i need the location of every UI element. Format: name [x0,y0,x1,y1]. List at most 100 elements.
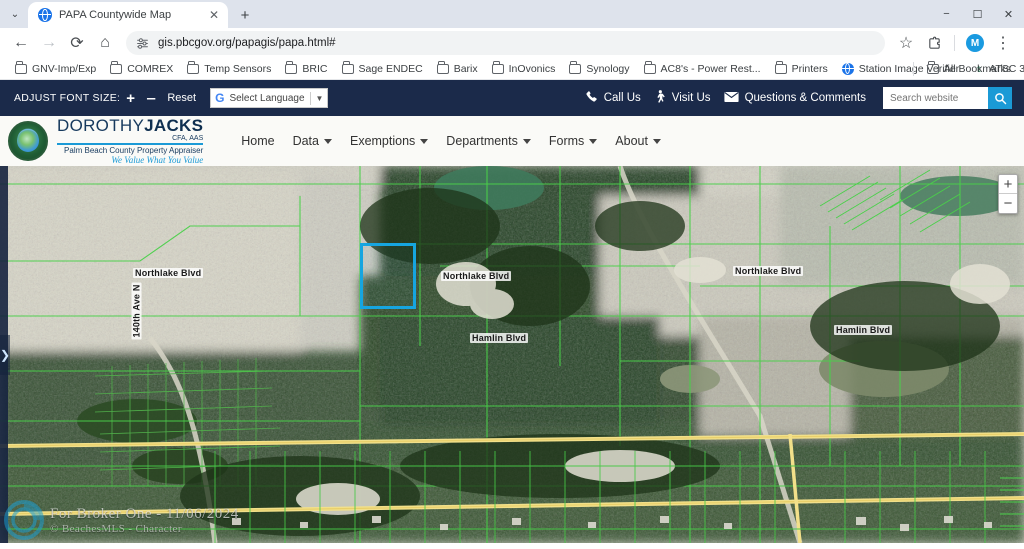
google-icon: G [215,91,224,105]
bookmark-item[interactable]: Sage ENDEC [335,59,430,79]
beaches-mls-logo [4,499,48,541]
aerial-basemap [0,166,1024,543]
new-tab-button[interactable]: + [232,2,258,28]
bookmark-item[interactable]: Synology [562,59,636,79]
globe-icon [38,8,52,22]
nav-item-home[interactable]: Home [241,134,274,148]
nav-item-data[interactable]: Data [293,134,332,148]
reload-icon[interactable]: ⟳ [64,30,90,56]
bookmark-label: Printers [792,63,828,75]
selected-parcel-outline[interactable] [360,243,416,309]
bookmark-label: Sage ENDEC [359,63,423,75]
brand-name: DOROTHYJACKS [57,117,203,134]
folder-icon [15,64,27,74]
nav-item-about[interactable]: About [615,134,661,148]
chevron-down-icon [324,139,332,144]
close-icon[interactable]: ✕ [206,7,222,23]
bookmark-label: COMREX [127,63,173,75]
divider [310,92,311,105]
address-bar[interactable]: gis.pbcgov.org/papagis/papa.html# [126,31,885,55]
brand-block[interactable]: DOROTHYJACKS CFA, AAS Palm Beach County … [57,117,203,165]
decrease-font-button[interactable]: ‒ [141,91,161,106]
chevron-down-icon [420,139,428,144]
map-road-label: Northlake Blvd [441,271,511,281]
folder-icon [187,64,199,74]
forward-icon[interactable]: → [36,30,62,56]
chevron-down-icon [653,139,661,144]
globe-icon [842,63,854,75]
map-road-label: Hamlin Blvd [470,333,528,343]
back-icon[interactable]: ← [8,30,34,56]
nav-item-forms[interactable]: Forms [549,134,597,148]
bookmark-item[interactable]: Barix [430,59,485,79]
nav-item-departments[interactable]: Departments [446,134,531,148]
increase-font-button[interactable]: + [120,91,141,106]
extensions-icon[interactable] [921,30,947,56]
folder-icon [644,64,656,74]
bookmarks-divider [913,62,914,76]
minimize-icon[interactable]: − [931,0,962,28]
nav-item-exemptions[interactable]: Exemptions [350,134,428,148]
avatar[interactable]: M [962,30,988,56]
folder-icon [775,64,787,74]
language-label: Select Language [229,93,304,104]
browser-tab[interactable]: PAPA Countywide Map ✕ [28,2,228,28]
map-road-label: Northlake Blvd [133,268,203,278]
chevron-down-icon: ▼ [316,94,324,103]
nav-item-label: Data [293,134,319,148]
bookmark-item[interactable]: BRIC [278,59,334,79]
zoom-in-button[interactable]: + [999,175,1017,194]
bookmark-item[interactable]: Printers [768,59,835,79]
bookmark-label: All Bookmarks [944,63,1011,75]
search-icon[interactable] [988,87,1012,109]
bookmark-label: Temp Sensors [204,63,271,75]
search-input[interactable] [883,87,988,109]
bookmark-label: GNV-Imp/Exp [32,63,96,75]
folder-icon [342,64,354,74]
brand-office: Palm Beach County Property Appraiser [57,147,203,155]
map-viewport[interactable]: Northlake BlvdNorthlake BlvdNorthlake Bl… [0,166,1024,543]
tab-strip: ⌄ PAPA Countywide Map ✕ + − ☐ ✕ [0,0,1024,28]
brand-credentials: CFA, AAS [172,135,203,142]
map-road-label: 140th Ave N [132,282,142,339]
toolbar-divider [954,35,955,51]
nav-item-label: Exemptions [350,134,415,148]
bookmark-item[interactable]: InOvonics [485,59,563,79]
phone-icon [585,90,598,106]
folder-icon [927,64,939,74]
bookmark-item[interactable]: AC8's - Power Rest... [637,59,768,79]
folder-icon [492,64,504,74]
maximize-icon[interactable]: ☐ [962,0,993,28]
agency-seal-icon [8,121,48,161]
bookmark-item[interactable]: Temp Sensors [180,59,278,79]
bookmark-star-icon[interactable]: ☆ [893,30,919,56]
bookmark-all-bookmarks[interactable]: All Bookmarks [920,59,1018,79]
link-label: Call Us [604,92,641,104]
window-controls: − ☐ ✕ [931,0,1024,28]
chrome-menu-icon[interactable]: ⋮ [990,30,1016,56]
zoom-out-button[interactable]: − [999,194,1017,213]
nav-item-label: Forms [549,134,584,148]
close-window-icon[interactable]: ✕ [993,0,1024,28]
visit-us-link[interactable]: Visit Us [654,90,711,107]
page-settings-icon[interactable] [136,37,150,50]
map-zoom-controls: + − [998,174,1018,214]
bookmark-label: BRIC [302,63,327,75]
nav-item-label: Home [241,134,274,148]
browser-toolbar: ← → ⟳ ⌂ gis.pbcgov.org/papagis/papa.html… [0,28,1024,58]
call-us-link[interactable]: Call Us [585,90,641,106]
site-header: DOROTHYJACKS CFA, AAS Palm Beach County … [0,116,1024,166]
bookmark-label: Synology [586,63,629,75]
reset-font-button[interactable]: Reset [167,92,196,104]
home-icon[interactable]: ⌂ [92,30,118,56]
bookmark-item[interactable]: COMREX [103,59,180,79]
bookmark-item[interactable]: GNV-Imp/Exp [8,59,103,79]
language-selector[interactable]: G Select Language ▼ [210,88,328,108]
site-utility-bar: ADJUST FONT SIZE: + ‒ Reset G Select Lan… [0,80,1024,116]
nav-item-label: Departments [446,134,518,148]
questions-comments-link[interactable]: Questions & Comments [724,91,866,106]
expand-panel-chevron-icon[interactable]: ❯ [0,335,10,375]
bookmark-label: Barix [454,63,478,75]
tab-search-button[interactable]: ⌄ [2,0,28,28]
site-utility-links: Call Us Visit Us Questions & Comments [585,87,1012,109]
